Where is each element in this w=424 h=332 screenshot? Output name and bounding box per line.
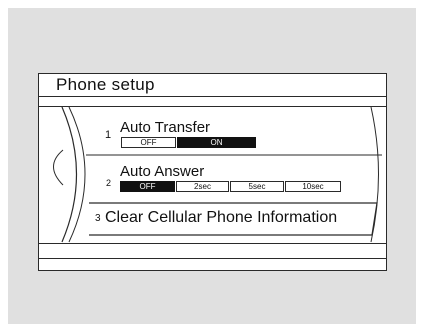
menu-item-label: Auto Answer: [120, 163, 205, 180]
auto-answer-2sec-option[interactable]: 2sec: [176, 181, 229, 192]
menu-frame: [53, 106, 382, 243]
menu-item-label: Auto Transfer: [120, 119, 211, 136]
auto-answer-off-option[interactable]: OFF: [120, 181, 175, 192]
menu-item-number: 1: [105, 129, 112, 141]
display-screen: Phone setup 1 Auto Transfer OFF ON 2 Aut…: [38, 73, 387, 271]
footer-divider-bottom: [39, 258, 386, 259]
footer-divider-top: [39, 243, 386, 244]
auto-answer-5sec-option[interactable]: 5sec: [230, 181, 284, 192]
menu-item-number: 2: [106, 178, 112, 188]
auto-transfer-off-option[interactable]: OFF: [121, 137, 176, 148]
auto-transfer-on-option[interactable]: ON: [177, 137, 256, 148]
auto-answer-10sec-option[interactable]: 10sec: [285, 181, 341, 192]
menu-item-number: 3: [95, 213, 101, 224]
menu-item-label: Clear Cellular Phone Information: [105, 209, 338, 226]
page: Phone setup 1 Auto Transfer OFF ON 2 Aut…: [0, 0, 424, 332]
